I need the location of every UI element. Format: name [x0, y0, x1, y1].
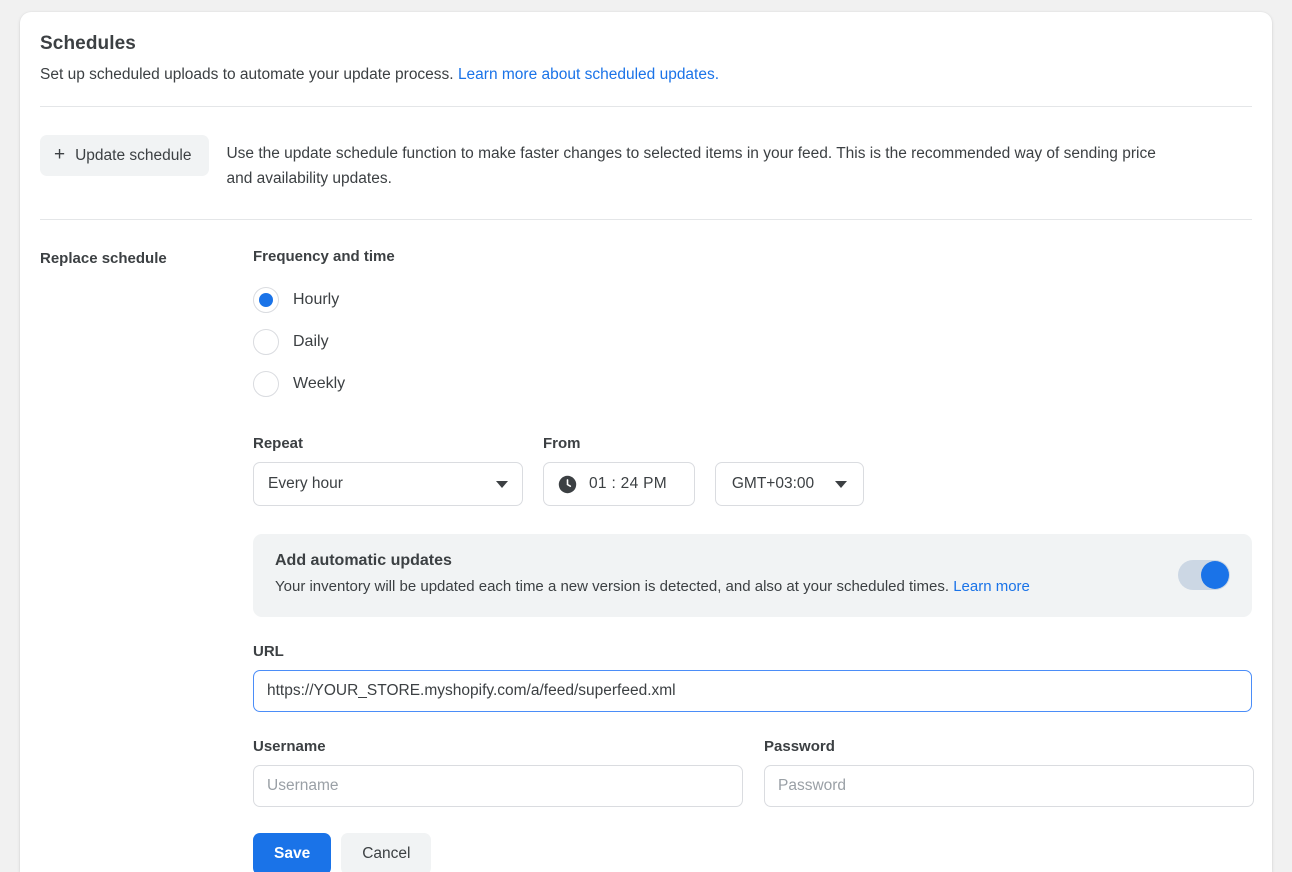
page-subtitle: Set up scheduled uploads to automate you…: [40, 64, 1252, 86]
automatic-updates-title: Add automatic updates: [275, 552, 452, 569]
page-subtitle-text: Set up scheduled uploads to automate you…: [40, 66, 454, 83]
url-input[interactable]: [253, 670, 1252, 712]
page-title: Schedules: [40, 33, 136, 54]
from-time-input[interactable]: 01 : 24 PM: [543, 462, 695, 506]
automatic-updates-toggle[interactable]: [1178, 559, 1230, 590]
radio-label-hourly: Hourly: [293, 291, 340, 308]
form-actions: Save Cancel: [253, 833, 1254, 872]
password-label: Password: [764, 738, 835, 755]
from-time-value: 01 : 24 PM: [589, 475, 667, 492]
card-header: Schedules Set up scheduled uploads to au…: [20, 12, 1272, 86]
username-label: Username: [253, 738, 326, 755]
radio-label-daily: Daily: [293, 333, 329, 350]
radio-circle-icon: [253, 371, 279, 397]
radio-label-weekly: Weekly: [293, 375, 346, 392]
update-schedule-description: Use the update schedule function to make…: [226, 145, 1156, 187]
replace-schedule-form: Replace schedule Frequency and time Hour…: [20, 220, 1272, 872]
automatic-updates-text: Add automatic updates Your inventory wil…: [275, 552, 1030, 597]
repeat-and-from-row: Repeat Every hour From 01 : 24 PM GMT+03…: [253, 435, 1254, 506]
url-label: URL: [253, 643, 284, 660]
timezone-select[interactable]: GMT+03:00: [715, 462, 864, 506]
radio-option-daily[interactable]: Daily: [253, 321, 329, 363]
from-label: From: [543, 435, 581, 452]
repeat-select[interactable]: Every hour: [253, 462, 523, 506]
frequency-radio-group: Hourly Daily Weekly: [253, 279, 1254, 405]
timezone-select-value: GMT+03:00: [731, 475, 815, 492]
from-field-group: From 01 : 24 PM: [543, 435, 695, 506]
clock-icon: [558, 475, 577, 493]
radio-circle-icon: [253, 287, 279, 313]
schedules-card: Schedules Set up scheduled uploads to au…: [20, 12, 1272, 872]
frequency-and-time-label: Frequency and time: [253, 248, 395, 265]
form-fields-column: Frequency and time Hourly Daily Weekly R…: [253, 248, 1254, 872]
plus-icon: +: [54, 144, 66, 165]
replace-schedule-label: Replace schedule: [40, 250, 167, 267]
scheduled-updates-learn-more-link[interactable]: Learn more about scheduled updates.: [458, 66, 719, 83]
repeat-label: Repeat: [253, 435, 304, 452]
save-button[interactable]: Save: [253, 833, 332, 872]
password-input[interactable]: [764, 765, 1254, 807]
radio-circle-icon: [253, 329, 279, 355]
automatic-updates-description-text: Your inventory will be updated each time…: [275, 578, 950, 595]
update-schedule-row: + Update schedule Use the update schedul…: [20, 107, 1272, 219]
password-field-group: Password: [764, 738, 1254, 807]
automatic-updates-panel: Add automatic updates Your inventory wil…: [253, 534, 1252, 617]
update-schedule-button[interactable]: + Update schedule: [40, 135, 210, 176]
repeat-field-group: Repeat Every hour: [253, 435, 523, 506]
cancel-button[interactable]: Cancel: [341, 833, 432, 872]
chevron-down-icon: [496, 480, 508, 488]
radio-option-hourly[interactable]: Hourly: [253, 279, 339, 321]
update-schedule-button-label: Update schedule: [75, 146, 192, 164]
toggle-knob: [1201, 560, 1229, 589]
url-field-group: URL: [253, 643, 1254, 712]
username-input[interactable]: [253, 765, 743, 807]
automatic-updates-description: Your inventory will be updated each time…: [275, 577, 1030, 597]
radio-option-weekly[interactable]: Weekly: [253, 363, 345, 405]
automatic-updates-learn-more-link[interactable]: Learn more: [953, 578, 1030, 595]
username-field-group: Username: [253, 738, 743, 807]
chevron-down-icon: [835, 480, 848, 488]
credentials-row: Username Password: [253, 738, 1254, 807]
timezone-field-group: GMT+03:00: [715, 462, 864, 506]
repeat-select-value: Every hour: [268, 475, 343, 492]
